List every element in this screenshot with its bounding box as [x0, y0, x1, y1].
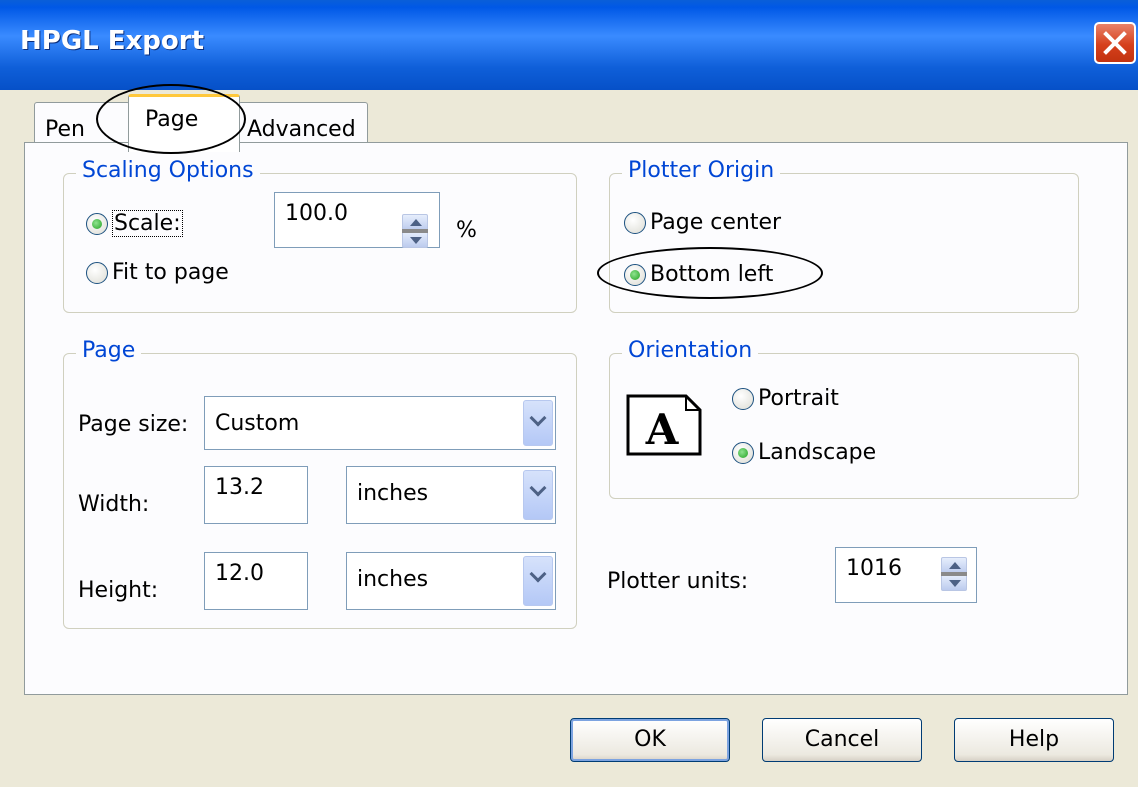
fit-to-page-radio-indicator	[86, 261, 108, 284]
width-units-dropdown-icon[interactable]	[523, 470, 553, 520]
window-title: HPGL Export	[20, 26, 205, 56]
width-units-value: inches	[357, 481, 429, 506]
tab-panel-page: Scaling Options Scale: 100.0 % Fit to pa…	[24, 142, 1128, 695]
width-value: 13.2	[215, 475, 264, 500]
plotter-units-spinner[interactable]	[941, 557, 967, 591]
page-center-radio[interactable]: Page center	[624, 210, 781, 235]
bottom-left-radio[interactable]: Bottom left	[624, 262, 773, 287]
plotter-units-label: Plotter units:	[607, 569, 749, 594]
width-label: Width:	[78, 492, 150, 517]
bottom-left-label: Bottom left	[650, 262, 774, 287]
height-value: 12.0	[215, 561, 264, 586]
scale-radio-indicator	[86, 212, 108, 235]
spinner-divider	[402, 229, 428, 233]
orientation-group: Orientation A Portrait Landscape	[609, 338, 1079, 499]
scale-radio[interactable]: Scale:	[86, 210, 183, 237]
tab-pen-label: Pen	[45, 117, 85, 142]
tab-page-label: Page	[145, 107, 199, 132]
title-bar[interactable]: HPGL Export	[0, 0, 1138, 90]
width-input[interactable]: 13.2	[204, 466, 308, 524]
scaling-options-title: Scaling Options	[76, 158, 260, 183]
width-units-select[interactable]: inches	[346, 466, 556, 524]
spinner-divider	[941, 572, 967, 576]
close-button[interactable]	[1094, 22, 1136, 64]
portrait-radio[interactable]: Portrait	[732, 386, 839, 411]
plotter-units-value: 1016	[846, 556, 902, 581]
help-button[interactable]: Help	[954, 718, 1114, 762]
portrait-label: Portrait	[758, 386, 839, 411]
bottom-left-radio-indicator	[624, 263, 646, 286]
height-units-value: inches	[357, 567, 429, 592]
scaling-options-group: Scaling Options Scale: 100.0 % Fit to pa…	[63, 158, 577, 313]
plotter-units-spinner-down[interactable]	[941, 574, 967, 591]
tab-advanced-label: Advanced	[247, 117, 356, 142]
page-center-radio-indicator	[624, 211, 646, 234]
height-units-select[interactable]: inches	[346, 552, 556, 610]
page-group-title: Page	[76, 338, 142, 363]
cancel-button[interactable]: Cancel	[762, 718, 922, 762]
portrait-radio-indicator	[732, 387, 754, 410]
fit-to-page-radio[interactable]: Fit to page	[86, 260, 229, 285]
page-size-label: Page size:	[78, 412, 189, 437]
plotter-origin-group: Plotter Origin Page center Bottom left	[609, 158, 1079, 313]
page-size-value: Custom	[215, 411, 300, 436]
height-units-dropdown-icon[interactable]	[523, 556, 553, 606]
orientation-title: Orientation	[622, 338, 759, 363]
scale-spinner-down[interactable]	[402, 231, 428, 248]
height-label: Height:	[78, 578, 159, 603]
landscape-radio-indicator	[732, 441, 754, 464]
plotter-origin-title: Plotter Origin	[622, 158, 781, 183]
tab-page[interactable]: Page	[128, 94, 240, 152]
fit-to-page-label: Fit to page	[112, 260, 229, 285]
percent-label: %	[456, 218, 477, 243]
page-size-select[interactable]: Custom	[204, 396, 556, 450]
scale-spinner[interactable]	[402, 214, 428, 248]
page-orientation-icon: A	[626, 394, 702, 456]
scale-value: 100.0	[285, 201, 348, 226]
page-size-dropdown-icon[interactable]	[523, 400, 553, 446]
landscape-radio[interactable]: Landscape	[732, 440, 876, 465]
ok-button[interactable]: OK	[570, 718, 730, 762]
page-group: Page Page size: Custom Width: 13.2 inche…	[63, 338, 577, 629]
orientation-icon-letter: A	[645, 405, 680, 454]
close-icon	[1103, 31, 1127, 55]
page-center-label: Page center	[650, 210, 782, 235]
scale-radio-label: Scale:	[112, 210, 183, 237]
height-input[interactable]: 12.0	[204, 552, 308, 610]
landscape-label: Landscape	[758, 440, 877, 465]
dialog-body: Pen Page Advanced Scaling Options Scale:…	[0, 84, 1138, 787]
